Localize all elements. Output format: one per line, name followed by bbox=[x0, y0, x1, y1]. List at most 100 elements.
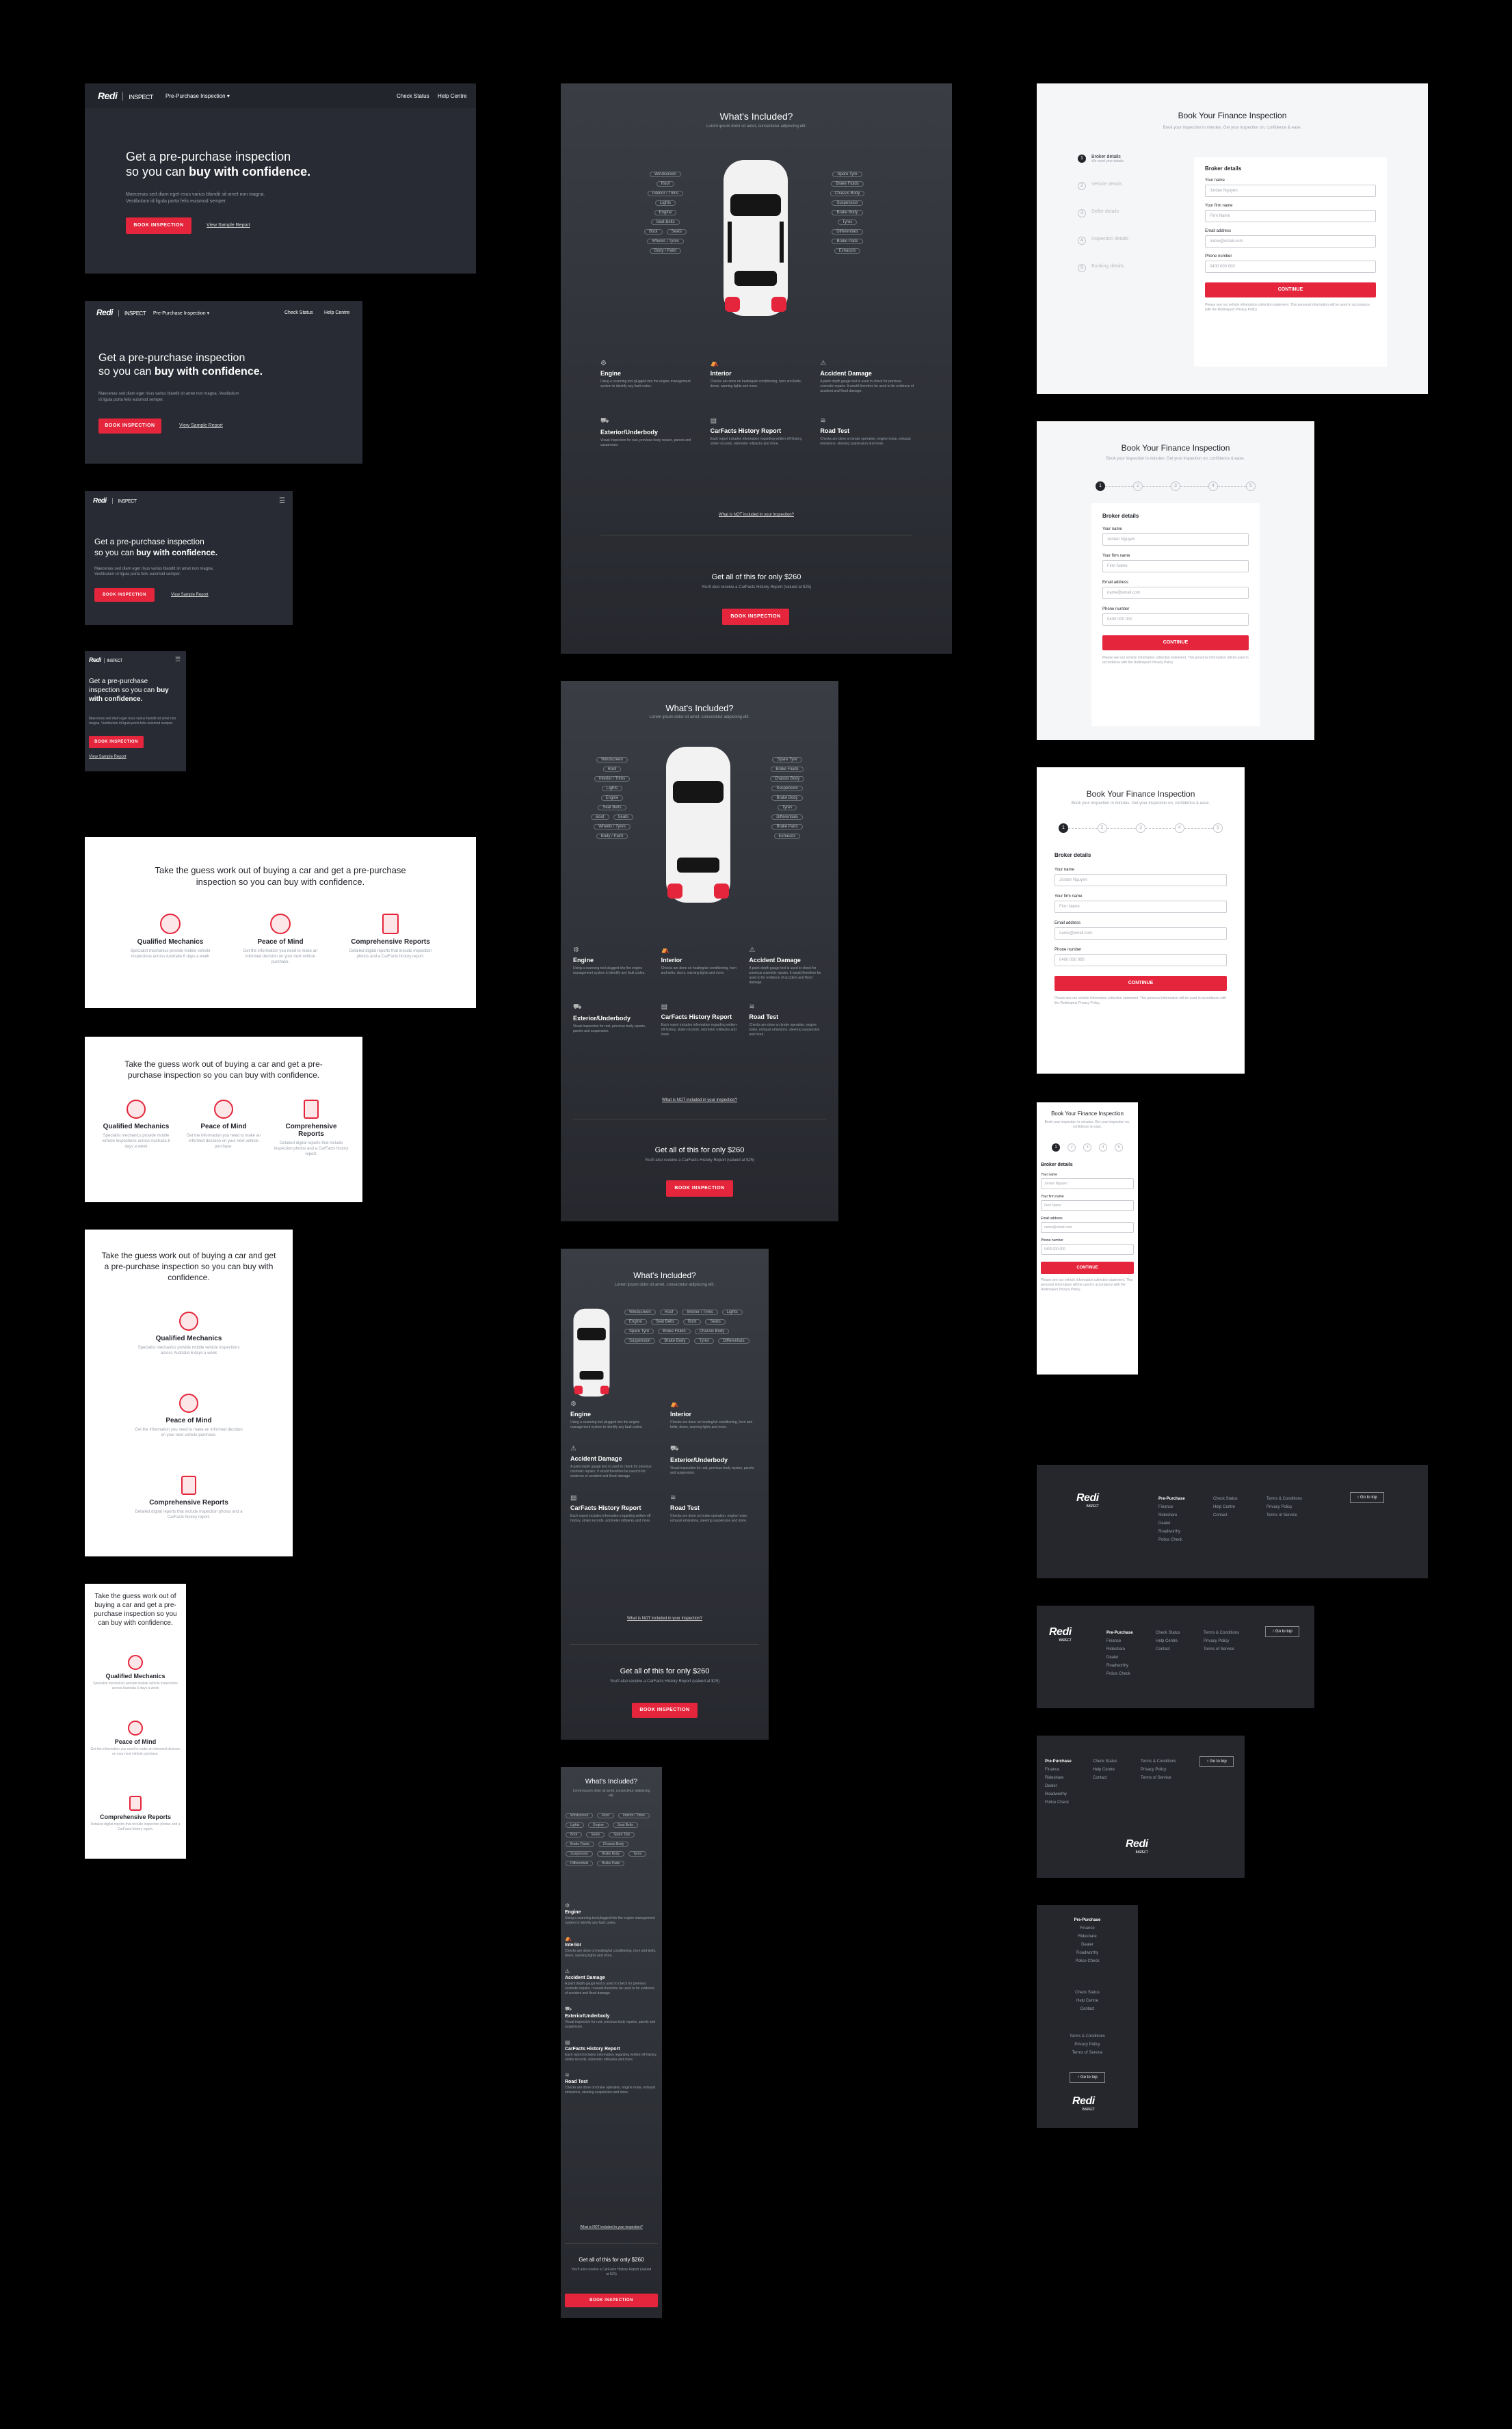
brand-logo[interactable]: Redi INSPECT bbox=[89, 656, 123, 663]
step-dot[interactable]: 5 bbox=[1246, 481, 1256, 491]
continue-button[interactable]: CONTINUE bbox=[1055, 976, 1227, 991]
footer-logo[interactable]: Redi INSPECT bbox=[1049, 1626, 1072, 1643]
step-item[interactable]: 3 Seller details bbox=[1078, 209, 1180, 237]
footer-logo[interactable]: Redi INSPECT bbox=[1126, 1838, 1148, 1855]
name-input[interactable]: Jordan Nguyen bbox=[1041, 1178, 1134, 1189]
nav-help-centre[interactable]: Help Centre bbox=[324, 310, 349, 315]
footer-link[interactable]: Terms of Service bbox=[1266, 1511, 1302, 1519]
phone-input[interactable]: 0400 000 000 bbox=[1102, 613, 1249, 626]
footer-link[interactable]: Check Status bbox=[1213, 1495, 1238, 1503]
go-to-top-button[interactable]: ↑ Go to top bbox=[1199, 1756, 1234, 1767]
footer-link[interactable]: Dealer bbox=[1158, 1519, 1185, 1528]
footer-link[interactable]: Help Centre bbox=[1213, 1503, 1238, 1511]
not-included-link[interactable]: What is NOT included in your inspection? bbox=[561, 1617, 769, 1621]
step-dot[interactable]: 2 bbox=[1067, 1143, 1076, 1152]
footer-link[interactable]: Finance bbox=[1158, 1503, 1185, 1511]
step-dot[interactable]: 3 bbox=[1171, 481, 1180, 491]
go-to-top-button[interactable]: ↑ Go to top bbox=[1265, 1626, 1299, 1637]
footer-link[interactable]: Contact bbox=[1156, 1645, 1180, 1654]
footer-link[interactable]: Police Check bbox=[1045, 1798, 1072, 1807]
step-dot[interactable]: 4 bbox=[1099, 1143, 1107, 1152]
footer-link[interactable]: Privacy Policy bbox=[1204, 1637, 1239, 1645]
footer-link[interactable]: Contact bbox=[1037, 2005, 1138, 2013]
step-dot[interactable]: 2 bbox=[1097, 823, 1107, 833]
phone-input[interactable]: 0400 000 000 bbox=[1041, 1244, 1134, 1255]
footer-link[interactable]: Terms & Conditions bbox=[1141, 1757, 1176, 1766]
menu-icon[interactable]: ☰ bbox=[279, 497, 285, 505]
not-included-link[interactable]: What is NOT included in your inspection? bbox=[561, 1098, 838, 1102]
name-input[interactable]: Jordan Nguyen bbox=[1055, 874, 1227, 886]
firm-input[interactable]: Firm Name bbox=[1055, 901, 1227, 913]
step-item[interactable]: 5 Booking details bbox=[1078, 264, 1180, 291]
step-item[interactable]: 1 Broker details We need your details bbox=[1078, 155, 1180, 182]
step-item[interactable]: 2 Vehicle details bbox=[1078, 182, 1180, 209]
footer-link[interactable]: Privacy Policy bbox=[1266, 1503, 1302, 1511]
brand-logo[interactable]: Redi INSPECT bbox=[96, 308, 146, 317]
firm-input[interactable]: Firm Name bbox=[1041, 1200, 1134, 1211]
footer-link[interactable]: Help Centre bbox=[1093, 1766, 1117, 1774]
footer-link[interactable]: Dealer bbox=[1045, 1782, 1072, 1790]
footer-link[interactable]: Privacy Policy bbox=[1141, 1766, 1176, 1774]
footer-link[interactable]: Contact bbox=[1213, 1511, 1238, 1519]
step-dot[interactable]: 5 bbox=[1213, 823, 1223, 833]
not-included-link[interactable]: What is NOT included in your inspection? bbox=[561, 513, 952, 517]
step-dot[interactable]: 3 bbox=[1083, 1143, 1091, 1152]
name-input[interactable]: Jordan Nguyen bbox=[1102, 533, 1249, 546]
brand-logo[interactable]: Redi INSPECT bbox=[93, 497, 137, 505]
footer-link[interactable]: Finance bbox=[1037, 1924, 1138, 1933]
continue-button[interactable]: CONTINUE bbox=[1041, 1262, 1134, 1274]
footer-link[interactable]: Terms of Service bbox=[1204, 1645, 1239, 1654]
book-inspection-button[interactable]: BOOK INSPECTION bbox=[98, 419, 161, 434]
footer-link[interactable]: Police Check bbox=[1106, 1670, 1133, 1678]
email-input[interactable]: name@email.com bbox=[1055, 927, 1227, 940]
brand-logo[interactable]: Redi INSPECT bbox=[98, 90, 153, 101]
footer-link[interactable]: Contact bbox=[1093, 1774, 1117, 1782]
footer-link[interactable]: Dealer bbox=[1037, 1941, 1138, 1949]
go-to-top-button[interactable]: ↑ Go to top bbox=[1070, 2072, 1105, 2083]
email-input[interactable]: name@email.com bbox=[1041, 1222, 1134, 1233]
footer-link[interactable]: Terms & Conditions bbox=[1266, 1495, 1302, 1503]
footer-link[interactable]: Pre-Purchase bbox=[1045, 1757, 1072, 1766]
book-inspection-button[interactable]: BOOK INSPECTION bbox=[632, 1703, 698, 1718]
view-sample-link[interactable]: View Sample Report bbox=[89, 755, 127, 759]
footer-link[interactable]: Terms & Conditions bbox=[1204, 1629, 1239, 1637]
firm-input[interactable]: Firm Name bbox=[1205, 210, 1376, 222]
step-dot[interactable]: 5 bbox=[1115, 1143, 1123, 1152]
nav-check-status[interactable]: Check Status bbox=[397, 93, 429, 99]
footer-link[interactable]: Roadworthy bbox=[1045, 1790, 1072, 1798]
step-dot[interactable]: 1 bbox=[1096, 481, 1105, 491]
footer-link[interactable]: Pre-Purchase bbox=[1106, 1629, 1133, 1637]
email-input[interactable]: name@email.com bbox=[1205, 235, 1376, 248]
footer-link[interactable]: Police Check bbox=[1158, 1536, 1185, 1544]
step-dot[interactable]: 1 bbox=[1052, 1143, 1060, 1152]
footer-link[interactable]: Terms of Service bbox=[1037, 2049, 1138, 2057]
footer-link[interactable]: Rideshare bbox=[1158, 1511, 1185, 1519]
not-included-link[interactable]: What is NOT included in your inspection? bbox=[561, 2225, 662, 2229]
phone-input[interactable]: 0400 000 000 bbox=[1055, 954, 1227, 966]
footer-logo[interactable]: Redi INSPECT bbox=[1072, 2095, 1095, 2112]
phone-input[interactable]: 0400 000 000 bbox=[1205, 261, 1376, 273]
footer-link[interactable]: Terms & Conditions bbox=[1037, 2032, 1138, 2041]
book-inspection-button[interactable]: BOOK INSPECTION bbox=[126, 217, 191, 234]
email-input[interactable]: name@email.com bbox=[1102, 587, 1249, 599]
footer-link[interactable]: Check Status bbox=[1156, 1629, 1180, 1637]
footer-link[interactable]: Roadworthy bbox=[1158, 1528, 1185, 1536]
footer-link[interactable]: Check Status bbox=[1093, 1757, 1117, 1766]
footer-link[interactable]: Rideshare bbox=[1037, 1933, 1138, 1941]
book-inspection-button[interactable]: BOOK INSPECTION bbox=[722, 609, 789, 625]
book-inspection-button[interactable]: BOOK INSPECTION bbox=[565, 2294, 658, 2307]
footer-link[interactable]: Help Centre bbox=[1156, 1637, 1180, 1645]
footer-link[interactable]: Check Status bbox=[1037, 1989, 1138, 1997]
footer-link[interactable]: Rideshare bbox=[1045, 1774, 1072, 1782]
footer-logo[interactable]: Redi INSPECT bbox=[1076, 1492, 1099, 1509]
continue-button[interactable]: CONTINUE bbox=[1205, 282, 1376, 297]
footer-link[interactable]: Terms of Service bbox=[1141, 1774, 1176, 1782]
footer-link[interactable]: Finance bbox=[1045, 1766, 1072, 1774]
view-sample-link[interactable]: View Sample Report bbox=[171, 593, 209, 597]
view-sample-link[interactable]: View Sample Report bbox=[207, 223, 250, 228]
menu-icon[interactable]: ☰ bbox=[175, 656, 181, 663]
step-item[interactable]: 4 Inspection details bbox=[1078, 237, 1180, 264]
step-dot[interactable]: 2 bbox=[1133, 481, 1143, 491]
step-dot[interactable]: 4 bbox=[1174, 823, 1184, 833]
continue-button[interactable]: CONTINUE bbox=[1102, 635, 1249, 650]
